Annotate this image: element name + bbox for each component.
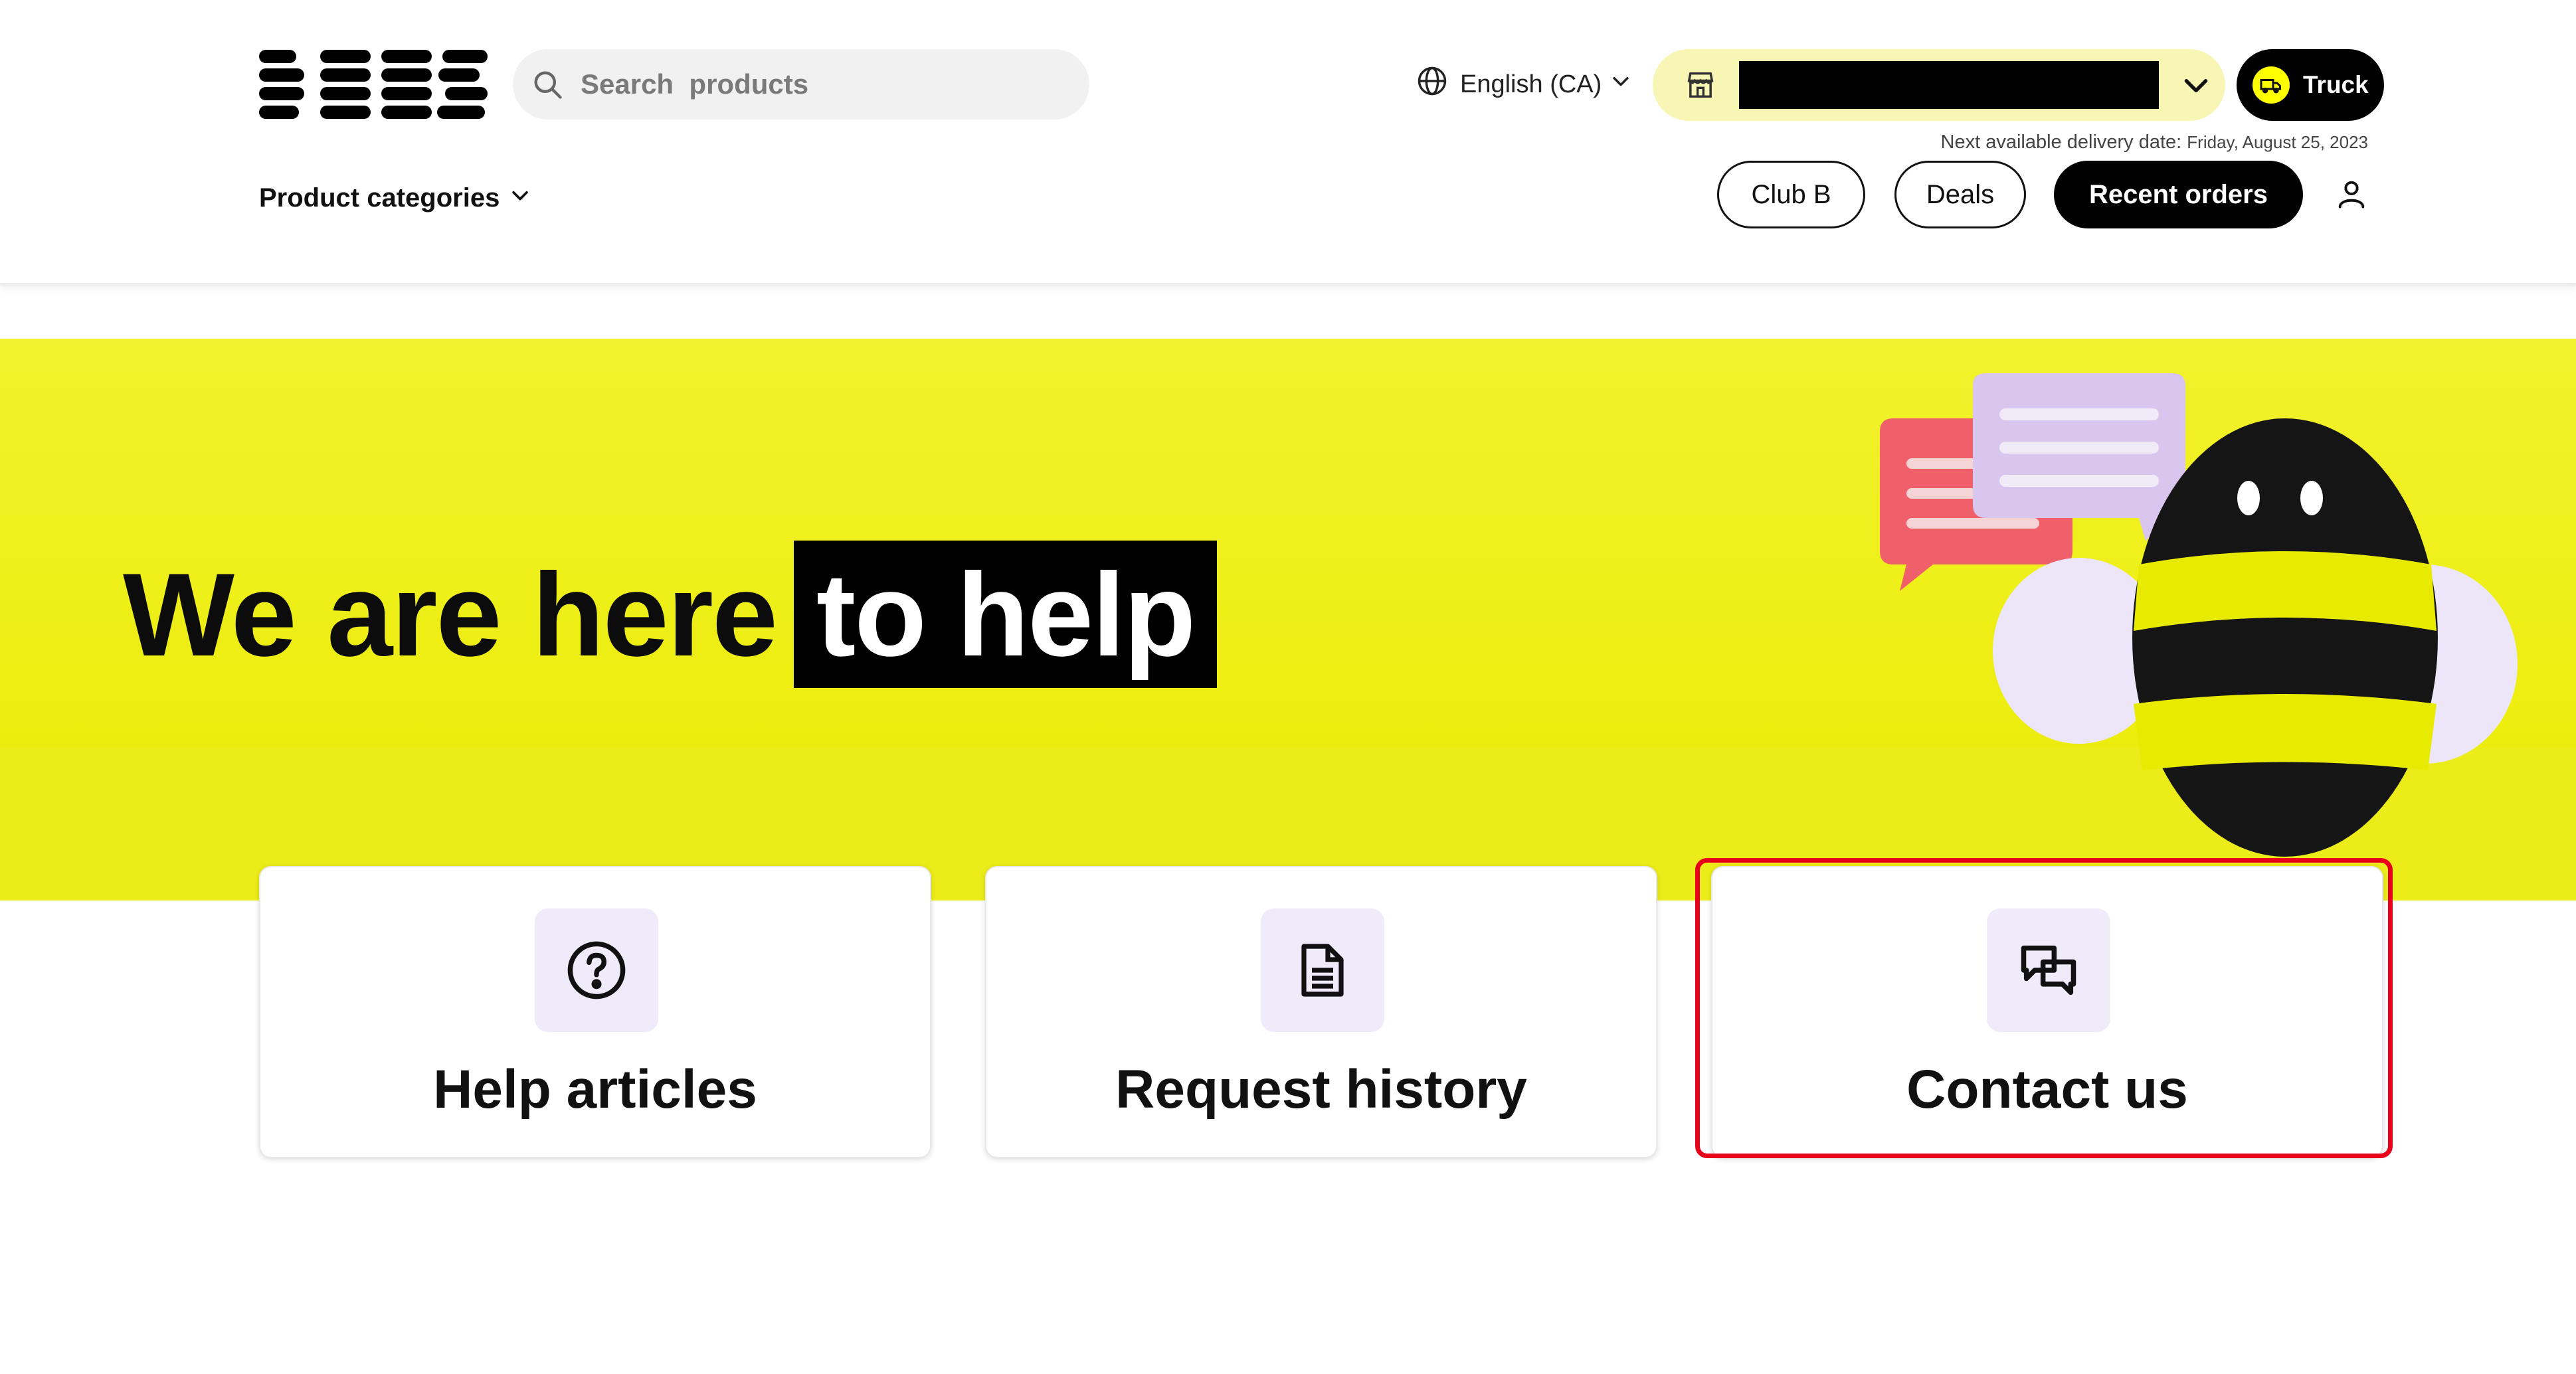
bee-body [2132,418,2438,857]
globe-icon [1415,64,1449,105]
help-articles-card[interactable]: Help articles [259,866,931,1158]
request-history-card[interactable]: Request history [985,866,1657,1158]
product-categories-menu[interactable]: Product categories [259,178,531,218]
card-title: Contact us [1906,1059,2188,1120]
delivery-date-note: Next available delivery date: Friday, Au… [1857,131,2368,153]
language-label: English (CA) [1460,70,1602,98]
language-selector[interactable]: English (CA) [1415,63,1632,106]
truck-button[interactable]: Truck [2237,49,2384,121]
chat-bubbles-icon [1987,908,2110,1032]
chevron-down-icon [1610,70,1632,99]
product-categories-label: Product categories [259,183,500,213]
recent-orders-button[interactable]: Recent orders [2054,161,2303,228]
card-title: Help articles [433,1059,757,1120]
truck-label: Truck [2303,71,2369,98]
contact-us-card[interactable]: Contact us [1711,866,2383,1158]
search-input[interactable] [579,68,1071,101]
hero-title-highlight: to help [793,541,1218,688]
delivery-date: Friday, August 25, 2023 [2187,132,2368,152]
question-circle-icon [535,908,658,1032]
chevron-down-icon[interactable] [2176,65,2216,105]
search-icon [527,64,567,104]
user-icon[interactable] [2330,173,2373,215]
hero-title-text: We are here [123,548,778,681]
bee-chat-illustration [1860,372,2537,857]
truck-icon [2253,66,2290,104]
top-header: English (CA) Truck [0,0,2576,286]
chevron-down-icon [509,183,531,213]
bees-logo[interactable] [259,50,488,120]
store-selector[interactable] [1653,49,2225,121]
hero-title: We are here to help [123,538,1218,691]
search-bar[interactable] [513,49,1089,120]
chat-bubble-lavender-icon [1973,373,2185,541]
store-icon [1681,65,1720,105]
document-icon [1261,908,1384,1032]
delivery-label: Next available delivery date: [1940,131,2182,153]
card-title: Request history [1115,1059,1527,1120]
club-b-button[interactable]: Club B [1717,161,1865,228]
store-name-redacted [1739,61,2159,109]
deals-button[interactable]: Deals [1894,161,2026,228]
